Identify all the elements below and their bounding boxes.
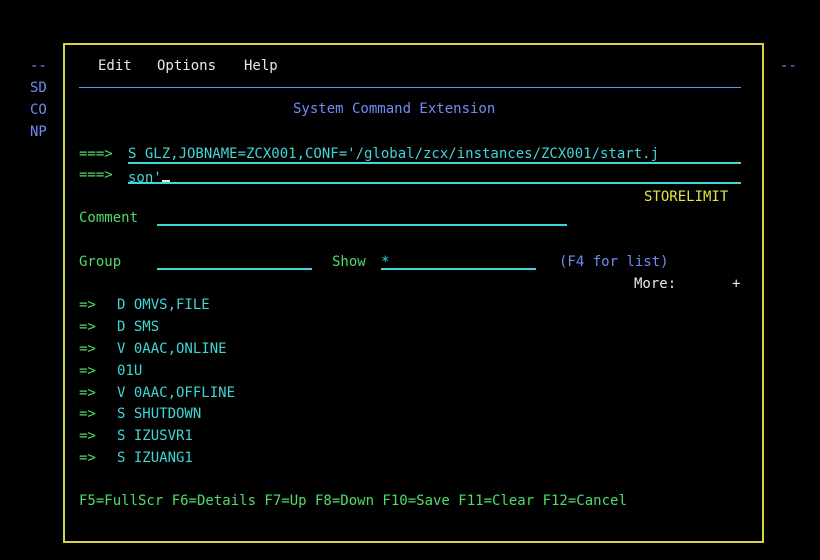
command-prompt-1: ===> <box>79 146 113 162</box>
history-command: 01U <box>117 363 143 379</box>
function-key-bar[interactable]: F5=FullScr F6=Details F7=Up F8=Down F10=… <box>79 492 627 510</box>
menu-help[interactable]: Help <box>244 57 278 75</box>
f4-list-hint: (F4 for list) <box>559 254 669 270</box>
history-row[interactable]: => 01U <box>79 362 142 380</box>
history-command: V 0AAC,OFFLINE <box>117 385 236 401</box>
more-label: More: <box>634 276 677 292</box>
command-line-1-underline <box>128 162 741 164</box>
command-prompt-2: ===> <box>79 167 113 183</box>
comment-input-underline <box>157 224 567 226</box>
command-line-2-underline <box>128 182 741 184</box>
group-input-underline <box>157 268 312 270</box>
popup-window-frame <box>63 43 764 543</box>
history-row[interactable]: => S IZUANG1 <box>79 449 193 467</box>
storelimit-indicator: STORELIMIT <box>644 189 729 205</box>
menu-edit[interactable]: Edit <box>98 57 132 75</box>
history-command: S IZUANG1 <box>117 450 193 466</box>
history-row[interactable]: => D OMVS,FILE <box>79 296 210 314</box>
history-row[interactable]: => D SMS <box>79 318 159 336</box>
command-input-line-1[interactable]: S GLZ,JOBNAME=ZCX001,CONF='/global/zcx/i… <box>128 145 659 163</box>
history-command: V 0AAC,ONLINE <box>117 341 227 357</box>
history-arrow: => <box>79 363 96 379</box>
text-cursor <box>161 166 170 182</box>
group-label: Group <box>79 254 122 270</box>
history-arrow: => <box>79 450 96 466</box>
history-arrow: => <box>79 319 96 335</box>
history-arrow: => <box>79 341 96 357</box>
history-arrow: => <box>79 385 96 401</box>
history-command: S SHUTDOWN <box>117 406 202 422</box>
right-dashes: -- <box>780 58 797 74</box>
show-input-underline <box>381 268 536 270</box>
menu-options[interactable]: Options <box>157 57 216 75</box>
more-plus-indicator[interactable]: + <box>732 275 740 293</box>
history-row[interactable]: => S IZUSVR1 <box>79 427 193 445</box>
bg-label-np: NP <box>30 124 47 140</box>
action-bar-separator <box>79 87 741 88</box>
comment-label: Comment <box>79 210 139 226</box>
history-arrow: => <box>79 406 96 422</box>
history-row[interactable]: => V 0AAC,ONLINE <box>79 340 227 358</box>
show-label: Show <box>332 254 366 270</box>
history-row[interactable]: => S SHUTDOWN <box>79 405 201 423</box>
history-row[interactable]: => V 0AAC,OFFLINE <box>79 384 235 402</box>
history-arrow: => <box>79 428 96 444</box>
history-command: D OMVS,FILE <box>117 297 210 313</box>
panel-title: System Command Extension <box>293 101 496 117</box>
bg-label-sd: SD <box>30 80 47 96</box>
history-command: D SMS <box>117 319 160 335</box>
history-command: S IZUSVR1 <box>117 428 193 444</box>
left-dashes: -- <box>30 58 47 74</box>
history-arrow: => <box>79 297 96 313</box>
bg-label-co: CO <box>30 102 47 118</box>
